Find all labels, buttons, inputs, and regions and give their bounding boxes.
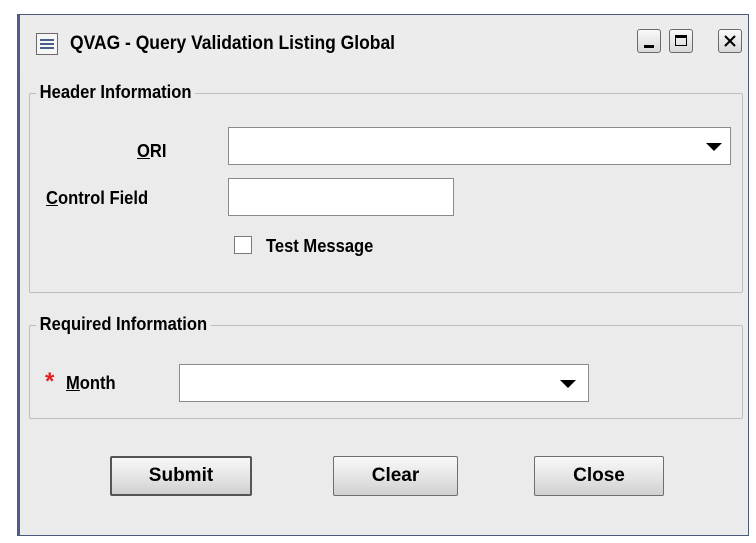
test-message-checkbox[interactable] — [234, 236, 252, 254]
chevron-down-icon — [560, 380, 576, 388]
minimize-button[interactable] — [637, 29, 661, 53]
minimize-icon — [644, 45, 654, 48]
submit-button[interactable]: Submit — [110, 456, 252, 496]
maximize-icon — [675, 35, 687, 46]
ori-select[interactable] — [228, 127, 731, 165]
close-window-button[interactable] — [718, 29, 742, 53]
app-icon — [36, 33, 58, 55]
window-title: QVAG - Query Validation Listing Global — [70, 33, 396, 54]
qvag-window: QVAG - Query Validation Listing Global H… — [17, 14, 749, 536]
close-icon — [724, 35, 736, 47]
control-field-input[interactable] — [228, 178, 454, 216]
maximize-button[interactable] — [669, 29, 693, 53]
title-bar: QVAG - Query Validation Listing Global — [20, 15, 748, 75]
chevron-down-icon — [706, 143, 722, 151]
clear-button[interactable]: Clear — [333, 456, 458, 496]
close-button[interactable]: Close — [534, 456, 664, 496]
ori-label: ORI — [137, 141, 167, 161]
month-label: Month — [66, 373, 116, 393]
header-information-legend: Header Information — [36, 82, 196, 103]
required-marker: * — [45, 368, 55, 395]
required-information-legend: Required Information — [36, 314, 211, 335]
test-message-label: Test Message — [266, 236, 374, 256]
control-field-label: Control Field — [46, 188, 149, 208]
month-select[interactable] — [179, 364, 589, 402]
